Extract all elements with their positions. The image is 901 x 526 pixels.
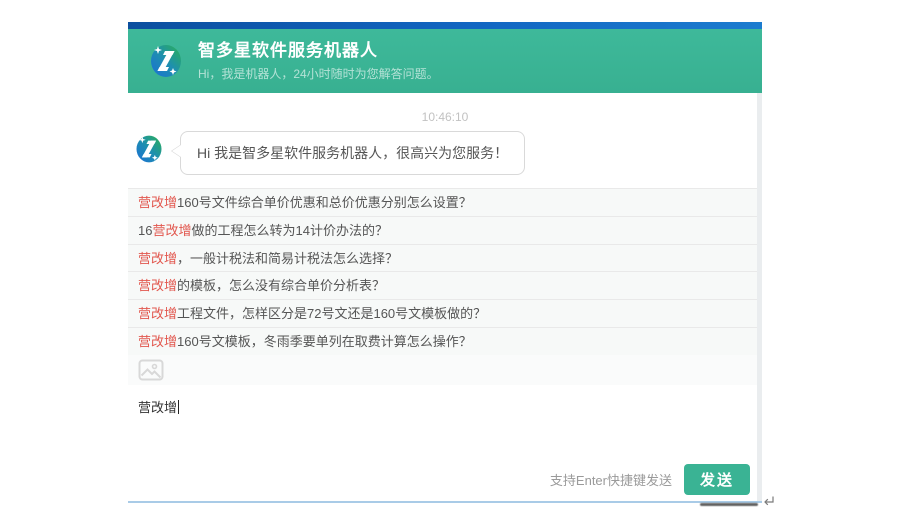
- chat-window: 智多星软件服务机器人 Hi，我是机器人，24小时随时为您解答问题。 10:46:…: [128, 22, 762, 505]
- question-keyword: 营改增: [152, 223, 191, 238]
- suggested-question[interactable]: 营改增160号文模板，冬雨季要单列在取费计算怎么操作？: [128, 327, 757, 355]
- bubble-tail-fill: [172, 145, 181, 157]
- message-input-value: 营改增: [138, 400, 177, 415]
- window-top-bar: [128, 22, 762, 29]
- bot-message-bubble: Hi 我是智多星软件服务机器人，很高兴为您服务！: [180, 131, 525, 175]
- vertical-scrollbar[interactable]: [757, 93, 762, 501]
- bot-logo-icon: [148, 42, 184, 80]
- page-canvas: 智多星软件服务机器人 Hi，我是机器人，24小时随时为您解答问题。 10:46:…: [0, 0, 901, 526]
- send-button[interactable]: 发送: [684, 464, 750, 495]
- header-text: 智多星软件服务机器人 Hi，我是机器人，24小时随时为您解答问题。: [198, 40, 439, 82]
- message-input[interactable]: 营改增: [128, 393, 757, 463]
- chat-header: 智多星软件服务机器人 Hi，我是机器人，24小时随时为您解答问题。: [128, 29, 762, 93]
- message-timestamp: 10:46:10: [128, 110, 762, 124]
- text-cursor: [178, 400, 179, 414]
- suggested-question[interactable]: 16营改增做的工程怎么转为14计价办法的？: [128, 216, 757, 244]
- bot-avatar-icon: [134, 133, 164, 165]
- bot-title: 智多星软件服务机器人: [198, 40, 439, 62]
- bot-subtitle: Hi，我是机器人，24小时随时为您解答问题。: [198, 65, 439, 82]
- suggested-question[interactable]: 营改增工程文件，怎样区分是72号文还是160号文模板做的？: [128, 299, 757, 327]
- suggested-question[interactable]: 营改增的模板，怎么没有综合单价分析表？: [128, 271, 757, 299]
- suggested-question[interactable]: 营改增160号文件综合单价优惠和总价优惠分别怎么设置？: [128, 188, 757, 216]
- composer-toolbar: [128, 355, 757, 385]
- enter-shortcut-hint: 支持Enter快捷键发送: [550, 470, 672, 489]
- question-keyword: 营改增: [138, 306, 177, 321]
- suggested-question[interactable]: 营改增，一般计税法和简易计税法怎么选择？: [128, 244, 757, 272]
- question-keyword: 营改增: [138, 195, 177, 210]
- paragraph-return-icon: [762, 495, 775, 508]
- composer-footer: 支持Enter快捷键发送 发送: [550, 464, 750, 495]
- chat-body: 10:46:10 Hi 我是智多星软件服务机器人，很高兴为您服务！ 营改增160…: [128, 93, 762, 503]
- horizontal-scrollbar-thumb[interactable]: [700, 503, 758, 506]
- bot-message-text: Hi 我是智多星软件服务机器人，很高兴为您服务！: [180, 131, 525, 175]
- question-keyword: 营改增: [138, 334, 177, 349]
- question-keyword: 营改增: [138, 278, 177, 293]
- question-keyword: 营改增: [138, 251, 177, 266]
- image-upload-button[interactable]: [138, 359, 164, 381]
- suggested-question-list: 营改增160号文件综合单价优惠和总价优惠分别怎么设置？ 16营改增做的工程怎么转…: [128, 188, 757, 356]
- bot-message-row: Hi 我是智多星软件服务机器人，很高兴为您服务！: [134, 131, 525, 175]
